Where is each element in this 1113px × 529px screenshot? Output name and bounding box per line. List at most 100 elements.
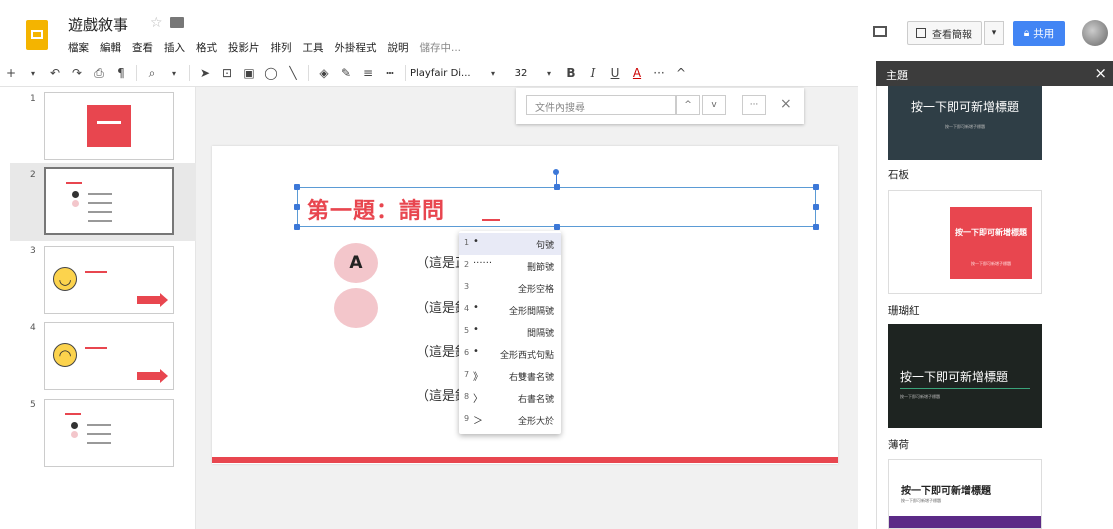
toolbar-divider bbox=[308, 65, 309, 81]
lock-icon: 🔒︎ bbox=[1023, 27, 1030, 39]
undo-icon[interactable]: ↶ bbox=[44, 66, 66, 80]
candidate-item[interactable]: 7 》右雙書名號 bbox=[459, 365, 561, 387]
menu-file[interactable]: 檔案 bbox=[68, 40, 89, 55]
border-dash-icon[interactable]: ┅ bbox=[379, 66, 401, 80]
resize-handle[interactable] bbox=[554, 224, 560, 230]
italic-button[interactable]: I bbox=[582, 66, 604, 80]
line-icon[interactable]: ╲ bbox=[282, 66, 304, 80]
bold-button[interactable]: B bbox=[560, 66, 582, 80]
fill-color-icon[interactable]: ◈ bbox=[313, 66, 335, 80]
close-icon[interactable]: × bbox=[1094, 64, 1107, 82]
close-icon[interactable]: × bbox=[780, 96, 792, 112]
font-select[interactable]: Playfair Di... bbox=[410, 68, 482, 79]
slide-thumbnail-4[interactable]: ◠ bbox=[44, 322, 174, 390]
theme-subtitle: 按一下即可新增子標題 bbox=[971, 261, 1011, 266]
collapse-toolbar-icon[interactable]: ^ bbox=[670, 66, 692, 80]
find-input[interactable]: 文件內搜尋 bbox=[526, 95, 676, 115]
thumb-text bbox=[88, 202, 112, 204]
menu-arrange[interactable]: 排列 bbox=[271, 40, 292, 55]
candidate-item[interactable]: 8 〉右書名號 bbox=[459, 387, 561, 409]
theme-mint-rule bbox=[900, 388, 1030, 389]
thumb-option-b bbox=[72, 200, 79, 207]
menu-format[interactable]: 格式 bbox=[196, 40, 217, 55]
share-button[interactable]: 🔒︎ 共用 bbox=[1013, 21, 1065, 46]
textbox-icon[interactable]: ⊡ bbox=[216, 66, 238, 80]
image-icon[interactable]: ▣ bbox=[238, 66, 260, 80]
find-more-button[interactable]: ··· bbox=[742, 95, 766, 115]
zoom-dropdown-icon[interactable]: ▾ bbox=[163, 69, 185, 78]
candidate-item[interactable]: 1 • 句號 bbox=[459, 233, 561, 255]
print-icon[interactable]: ⎙ bbox=[88, 66, 110, 81]
resize-handle[interactable] bbox=[294, 184, 300, 190]
star-icon[interactable]: ☆ bbox=[150, 15, 163, 31]
theme-next[interactable]: 按一下即可新增標題 按一下即可新增子標題 bbox=[888, 459, 1042, 529]
present-dropdown-button[interactable]: ▾ bbox=[984, 21, 1004, 45]
dropdown-icon[interactable]: ▾ bbox=[22, 69, 44, 78]
candidate-item[interactable]: 2 ······ 刪節號 bbox=[459, 255, 561, 277]
menu-edit[interactable]: 編輯 bbox=[100, 40, 121, 55]
thumb-text bbox=[88, 220, 112, 222]
resize-handle[interactable] bbox=[294, 224, 300, 230]
thumb-option-b bbox=[71, 431, 78, 438]
zoom-icon[interactable]: ⌕ bbox=[141, 66, 163, 81]
theme-coral[interactable]: 按一下即可新增標題 按一下即可新增子標題 bbox=[888, 190, 1042, 294]
find-next-button[interactable]: v bbox=[702, 95, 726, 115]
candidate-item[interactable]: 3 全形空格 bbox=[459, 277, 561, 299]
plus-icon[interactable]: + bbox=[0, 66, 22, 80]
candidate-item[interactable]: 9 ＞全形大於 bbox=[459, 409, 561, 431]
slide-thumbnail-2[interactable] bbox=[44, 167, 174, 235]
comments-icon[interactable] bbox=[873, 26, 887, 37]
select-icon[interactable]: ➤ bbox=[194, 66, 216, 80]
candidate-item[interactable]: 5 • 間隔號 bbox=[459, 321, 561, 343]
menu-help[interactable]: 說明 bbox=[388, 40, 409, 55]
rotate-handle[interactable] bbox=[553, 169, 559, 175]
menu-addons[interactable]: 外掛程式 bbox=[335, 40, 377, 55]
slide-thumbnail-1[interactable] bbox=[44, 92, 174, 160]
resize-handle[interactable] bbox=[554, 184, 560, 190]
arrow-icon bbox=[137, 293, 168, 307]
border-color-icon[interactable]: ✎ bbox=[335, 66, 357, 80]
redo-icon[interactable]: ↷ bbox=[66, 66, 88, 80]
resize-handle[interactable] bbox=[813, 224, 819, 230]
theme-purple-bar bbox=[889, 516, 1041, 528]
shape-icon[interactable]: ◯ bbox=[260, 66, 282, 80]
theme-slate[interactable]: 按一下即可新增標題 按一下即可新增子標題 bbox=[888, 86, 1042, 160]
resize-handle[interactable] bbox=[813, 204, 819, 210]
option-b-circle[interactable] bbox=[334, 288, 378, 328]
folder-icon[interactable] bbox=[170, 17, 184, 28]
slide-thumbnail-5[interactable] bbox=[44, 399, 174, 467]
paint-format-icon[interactable]: ¶ bbox=[110, 66, 132, 80]
border-weight-icon[interactable]: ≡ bbox=[357, 66, 379, 80]
theme-name: 薄荷 bbox=[888, 439, 909, 451]
slide-title[interactable]: 第一題：請問 bbox=[307, 193, 445, 225]
font-size-select[interactable]: 32 bbox=[504, 68, 538, 79]
theme-mint[interactable]: 按一下即可新增標題 按一下即可新增子標題 bbox=[888, 324, 1042, 428]
option-a-circle[interactable]: A bbox=[334, 243, 378, 283]
thumb-title bbox=[85, 347, 107, 349]
theme-name: 石板 bbox=[888, 169, 909, 181]
find-prev-button[interactable]: ^ bbox=[676, 95, 700, 115]
thumb-title bbox=[65, 413, 81, 415]
avatar[interactable] bbox=[1082, 20, 1108, 46]
candidate-item[interactable]: 6 • 全形西式句點 bbox=[459, 343, 561, 365]
document-title[interactable]: 遊戲敘事 bbox=[68, 14, 128, 35]
menu-slide[interactable]: 投影片 bbox=[228, 40, 260, 55]
more-icon[interactable]: ··· bbox=[648, 66, 670, 80]
thumb-title bbox=[66, 182, 82, 184]
resize-handle[interactable] bbox=[294, 204, 300, 210]
present-label: 查看簡報 bbox=[932, 29, 972, 41]
candidate-item[interactable]: 4 • 全形間隔號 bbox=[459, 299, 561, 321]
slides-logo-icon[interactable] bbox=[26, 20, 48, 50]
font-dropdown-icon[interactable]: ▾ bbox=[482, 69, 504, 78]
menu-insert[interactable]: 插入 bbox=[164, 40, 185, 55]
resize-handle[interactable] bbox=[813, 184, 819, 190]
slide-thumbnail-3[interactable]: ◡ bbox=[44, 246, 174, 314]
thumb-text bbox=[87, 433, 111, 435]
toolbar: + ▾ ↶ ↷ ⎙ ¶ ⌕ ▾ ➤ ⊡ ▣ ◯ ╲ ◈ ✎ ≡ ┅ Playfa… bbox=[0, 60, 858, 87]
size-dropdown-icon[interactable]: ▾ bbox=[538, 69, 560, 78]
menu-tools[interactable]: 工具 bbox=[303, 40, 324, 55]
present-button[interactable]: 查看簡報 bbox=[907, 21, 982, 45]
menu-view[interactable]: 查看 bbox=[132, 40, 153, 55]
text-color-button[interactable]: A bbox=[626, 66, 648, 80]
underline-button[interactable]: U bbox=[604, 66, 626, 80]
